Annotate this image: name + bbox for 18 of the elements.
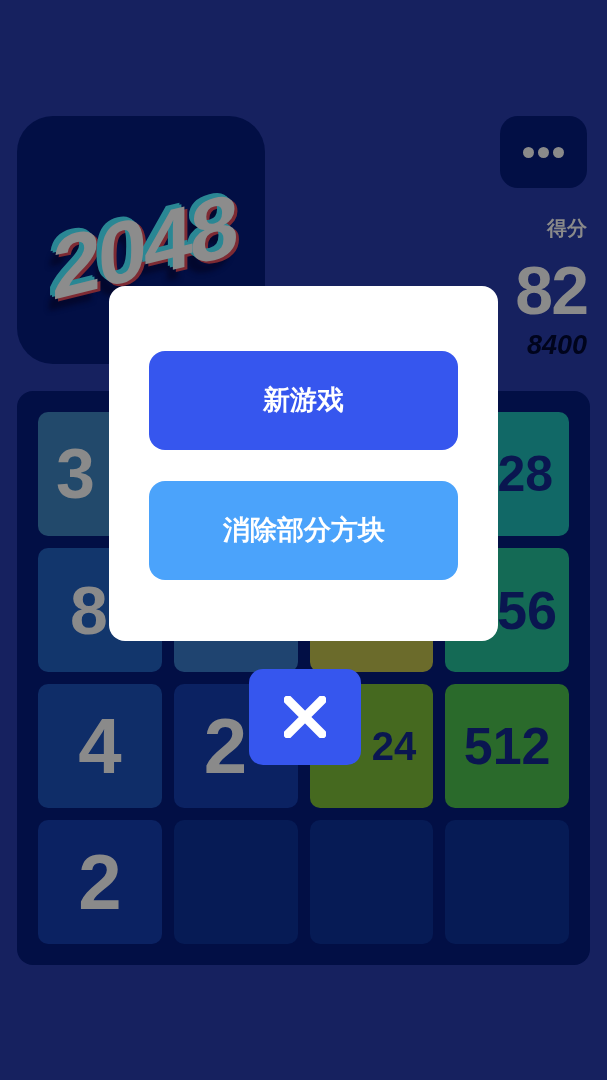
- close-icon: [284, 696, 326, 738]
- tile-number: 2: [78, 843, 122, 921]
- tile-number: 24: [371, 726, 417, 766]
- score-label: 得分: [547, 218, 587, 238]
- tile-number: 512: [463, 720, 551, 772]
- score-value: 82: [515, 256, 587, 324]
- best-score: 8400: [526, 332, 587, 359]
- ellipsis-icon: [523, 146, 564, 158]
- close-button[interactable]: [249, 669, 361, 765]
- tile-number: 2: [203, 707, 248, 785]
- new-game-button[interactable]: 新游戏: [149, 351, 458, 450]
- logo-text: 2048: [52, 180, 236, 314]
- tile-number: 56: [496, 583, 557, 637]
- tile-number: 3: [56, 439, 95, 509]
- tile-number: 8: [70, 576, 108, 644]
- tile-number: 4: [78, 707, 122, 785]
- tile-number: 28: [497, 449, 553, 499]
- more-button[interactable]: [500, 116, 587, 188]
